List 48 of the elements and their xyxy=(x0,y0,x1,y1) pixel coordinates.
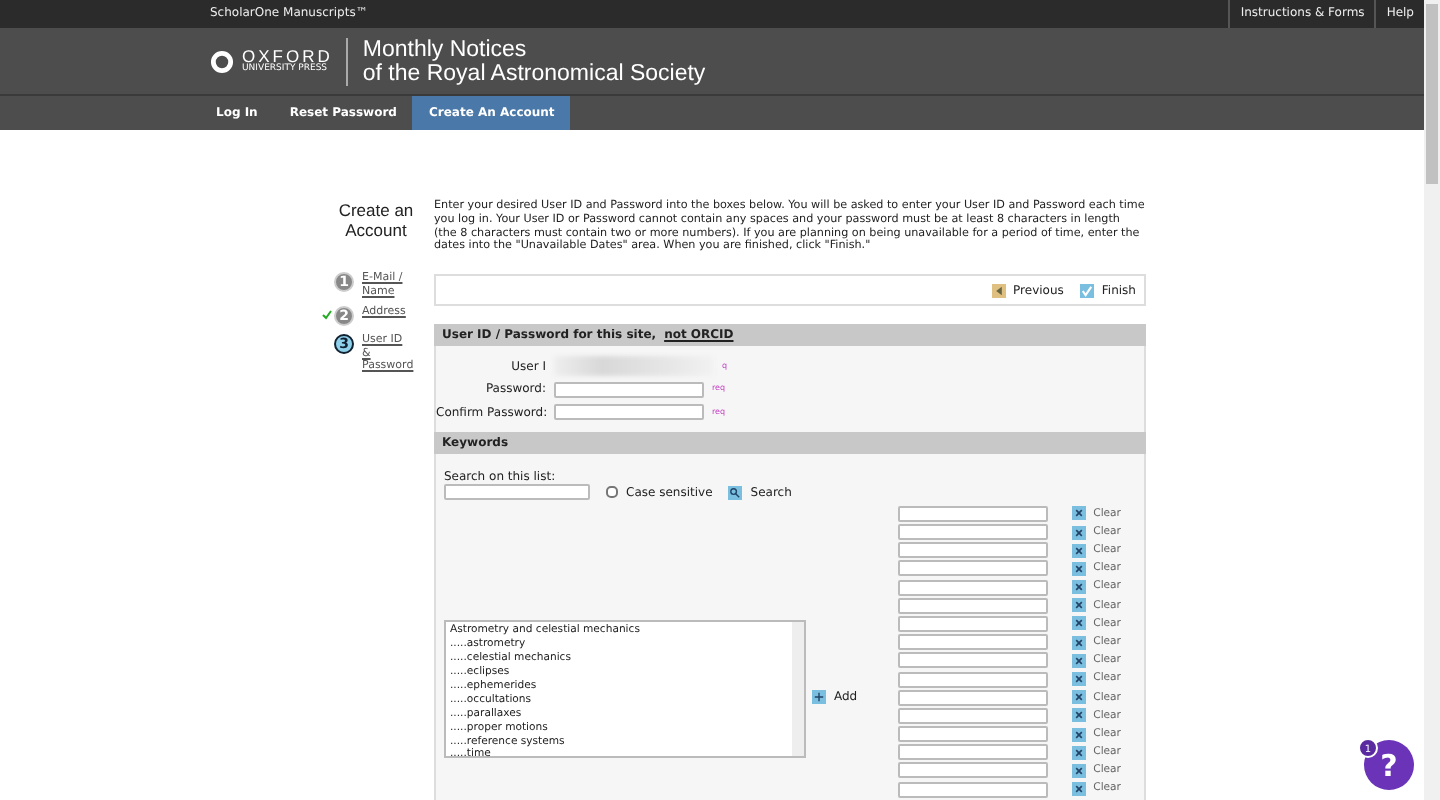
keyword-field[interactable] xyxy=(897,560,1048,577)
close-icon xyxy=(1071,525,1086,540)
close-icon xyxy=(1071,653,1086,668)
search-field[interactable] xyxy=(444,484,590,501)
input-field[interactable] xyxy=(554,404,704,421)
keyword-field[interactable] xyxy=(897,707,1048,724)
close-icon xyxy=(1071,506,1086,521)
keyword-field[interactable] xyxy=(897,781,1048,798)
journal-title: Monthly Notices xyxy=(362,37,529,61)
page-title: Create an Account xyxy=(336,200,416,240)
scrollbar[interactable] xyxy=(1424,0,1440,800)
close-icon xyxy=(1071,745,1086,760)
close-icon xyxy=(1071,690,1086,705)
close-icon xyxy=(1071,616,1086,631)
publisher-logo-text: OXFORD xyxy=(242,48,333,64)
close-icon xyxy=(1071,672,1086,687)
keyword-field[interactable] xyxy=(897,579,1048,596)
check-icon xyxy=(322,310,332,320)
ring-logo-icon xyxy=(210,49,234,73)
keyword-field[interactable] xyxy=(897,652,1048,669)
list-scrollbar[interactable] xyxy=(792,622,804,757)
input-field[interactable] xyxy=(554,381,704,398)
close-icon xyxy=(1071,580,1086,595)
keyword-field[interactable] xyxy=(897,689,1048,706)
back-arrow-icon xyxy=(991,283,1006,298)
finish-icon xyxy=(1079,283,1094,298)
close-icon xyxy=(1071,635,1086,650)
close-icon xyxy=(1071,782,1086,797)
keyword-field[interactable] xyxy=(897,744,1048,761)
close-icon xyxy=(1071,763,1086,778)
close-icon xyxy=(1071,561,1086,576)
close-icon xyxy=(1071,727,1086,742)
keyword-field[interactable] xyxy=(897,671,1048,688)
close-icon xyxy=(1071,543,1086,558)
keyword-field[interactable] xyxy=(897,762,1048,779)
journal-title: of the Royal Astronomical Society xyxy=(362,61,706,85)
search-icon xyxy=(728,485,743,500)
keyword-field[interactable] xyxy=(897,597,1048,614)
close-icon xyxy=(1071,708,1086,723)
checkbox[interactable] xyxy=(606,486,618,499)
close-icon xyxy=(1071,598,1086,613)
plus-icon xyxy=(812,689,826,704)
keyword-field[interactable] xyxy=(897,542,1048,559)
keyword-field[interactable] xyxy=(897,524,1048,541)
keyword-field[interactable] xyxy=(897,634,1048,651)
keyword-field[interactable] xyxy=(897,505,1048,522)
keyword-field[interactable] xyxy=(897,726,1048,743)
keyword-field[interactable] xyxy=(897,615,1048,632)
